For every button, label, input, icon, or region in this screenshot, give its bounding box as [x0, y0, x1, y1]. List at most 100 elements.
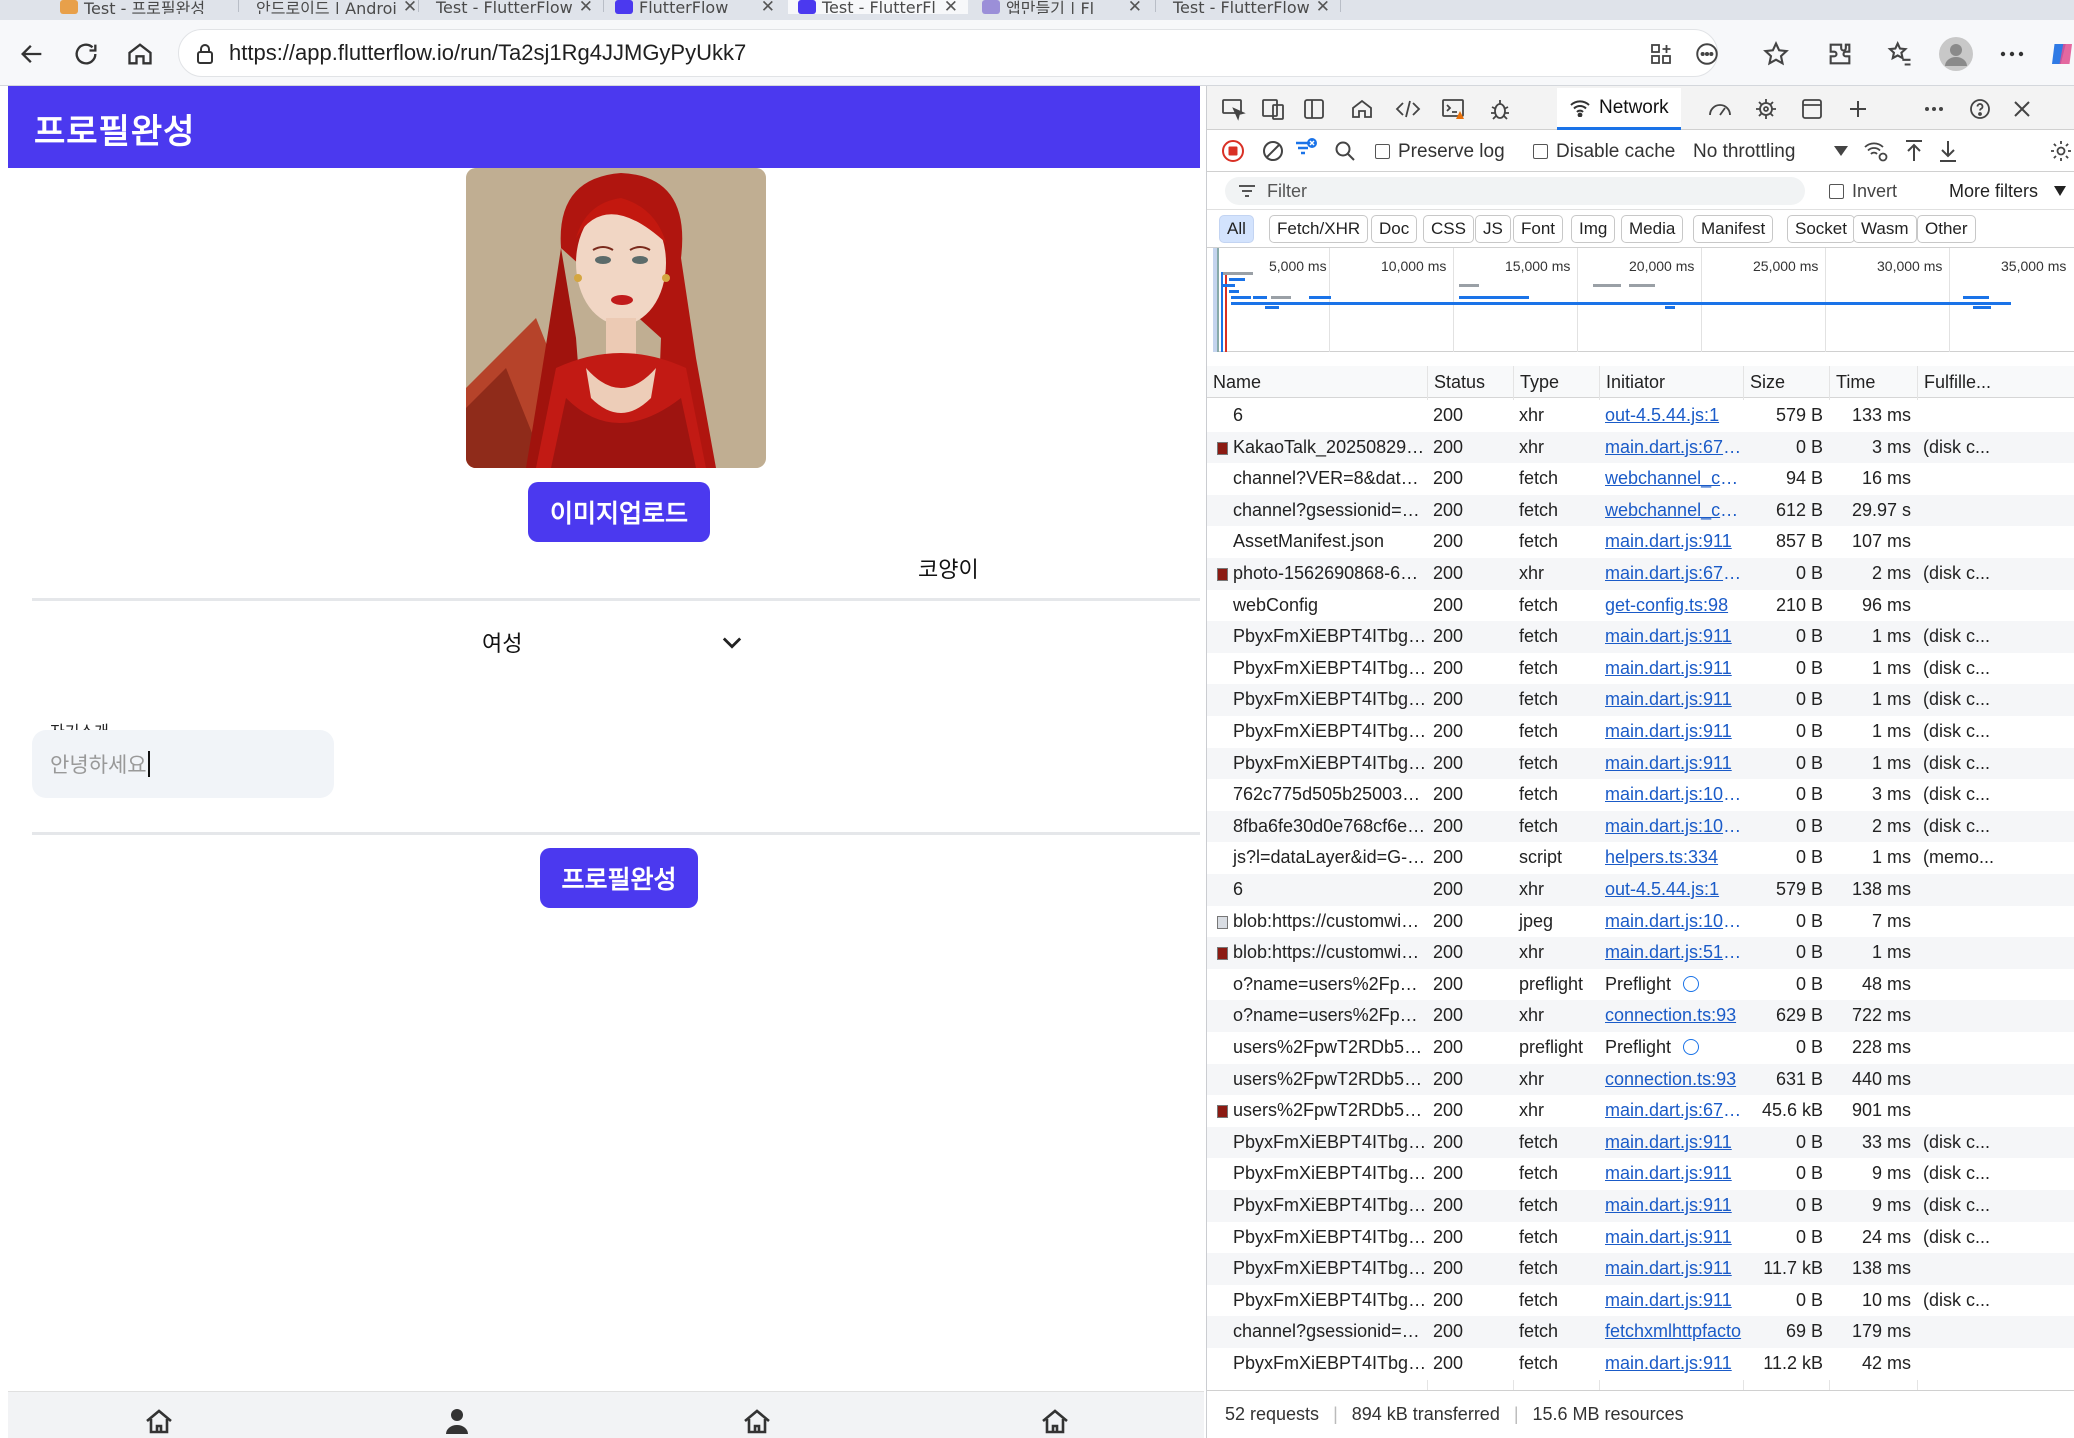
cell-initiator[interactable]: webchannel_conn [1599, 463, 1743, 495]
cell-initiator[interactable]: out-4.5.44.js:1 [1599, 874, 1743, 906]
clear-log-icon[interactable] [1261, 139, 1285, 163]
home-icon[interactable] [120, 34, 160, 74]
help-icon[interactable] [1965, 94, 1995, 124]
cell-initiator[interactable]: main.dart.js:6791 [1599, 1095, 1743, 1127]
browser-tab[interactable]: 안드로이드 | Androi ✕ [240, 0, 415, 14]
type-filter-chip[interactable]: Manifest [1693, 215, 1774, 243]
cell-initiator[interactable]: helpers.ts:334 [1599, 842, 1743, 874]
record-stop-icon[interactable] [1221, 139, 1245, 163]
cell-initiator[interactable]: main.dart.js:911 [1599, 1253, 1743, 1285]
browser-tab[interactable]: Test - 프로필완성 [50, 0, 235, 14]
favorite-star-icon[interactable] [1756, 34, 1796, 74]
read-aloud-icon[interactable] [1691, 38, 1723, 70]
network-request-row[interactable]: PbyxFmXiEBPT4ITbgNA5Cg... 200 fetch main.da… [1207, 1284, 2074, 1317]
network-request-row[interactable]: PbyxFmXiEBPT4ITbgNA5Cg... 200 fetch main.da… [1207, 684, 2074, 716]
network-request-row[interactable]: channel?VER=8&database=... 200 fetch webcha… [1207, 463, 2074, 495]
more-menu-icon[interactable] [1992, 34, 2032, 74]
cell-initiator[interactable]: get-config.ts:98 [1599, 590, 1743, 622]
inspect-element-icon[interactable] [1219, 94, 1249, 124]
cell-initiator[interactable]: main.dart.js:911 [1599, 1348, 1743, 1380]
chevron-down-icon[interactable] [718, 628, 746, 656]
cell-initiator[interactable]: main.dart.js:911 [1599, 1127, 1743, 1159]
cell-initiator[interactable]: main.dart.js:1037 [1599, 779, 1743, 811]
cell-initiator[interactable]: main.dart.js:6791 [1599, 558, 1743, 590]
close-tab-icon[interactable]: ✕ [761, 0, 775, 14]
network-timeline-overview[interactable]: 5,000 ms 10,000 ms 15,000 ms 20,000 ms 2… [1213, 248, 2074, 352]
gender-dropdown-value[interactable]: 여성 [482, 626, 522, 658]
network-request-row[interactable]: users%2FpwT2RDb5QETPI5... 200 preflight Pre… [1207, 1032, 2074, 1064]
preflight-info-icon[interactable] [1683, 975, 1699, 992]
network-conditions-icon[interactable] [1863, 139, 1889, 163]
triangle-down-icon[interactable] [1833, 145, 1849, 157]
intro-input[interactable]: 안녕하세요 [32, 730, 334, 798]
column-header-time[interactable]: Time [1829, 366, 1917, 398]
type-filter-chip[interactable]: Img [1571, 215, 1616, 243]
browser-tab[interactable]: Test - FlutterFlow ✕ [420, 0, 600, 14]
type-filter-chip[interactable]: Font [1513, 215, 1564, 243]
dock-side-icon[interactable] [1299, 94, 1329, 124]
complete-profile-button[interactable]: 프로필완성 [540, 848, 698, 908]
network-request-row[interactable]: PbyxFmXiEBPT4ITbgNA5Cg... 200 fetch main.da… [1207, 1190, 2074, 1222]
close-tab-icon[interactable]: ✕ [579, 0, 593, 14]
close-devtools-icon[interactable] [2007, 94, 2037, 124]
close-tab-icon[interactable]: ✕ [403, 0, 415, 14]
nav-home-icon[interactable] [144, 1408, 174, 1434]
type-filter-chip[interactable]: Other [1917, 215, 1976, 243]
site-info-lock-icon[interactable] [189, 38, 221, 70]
browser-tab[interactable]: Test - FlutterFlow ✕ [1157, 0, 1337, 14]
welcome-home-icon[interactable] [1347, 94, 1377, 124]
cell-initiator[interactable]: webchannel_conn [1599, 495, 1743, 527]
network-request-row[interactable]: PbyxFmXiEBPT4ITbgNA5Cg... 200 fetch main.da… [1207, 1253, 2074, 1285]
network-request-row[interactable]: PbyxFmXiEBPT4ITbgNA5Cg... 200 fetch main.da… [1207, 1126, 2074, 1159]
invert-checkbox[interactable]: Invert [1829, 181, 1897, 202]
network-request-row[interactable]: blob:https://customwidgeth... 200 xhr main.… [1207, 937, 2074, 969]
device-emulation-icon[interactable] [1259, 94, 1289, 124]
network-request-row[interactable]: 762c775d505b2500346fddfc... 200 fetch main.… [1207, 779, 2074, 811]
close-tab-icon[interactable]: ✕ [1128, 0, 1142, 14]
filter-funnel-icon[interactable] [1293, 137, 1319, 163]
browser-tab-active[interactable]: Test - FlutterFl ✕ [788, 0, 968, 14]
type-filter-chip[interactable]: JS [1475, 215, 1511, 243]
type-filter-chip[interactable]: Socket [1787, 215, 1855, 243]
type-filter-chip[interactable]: All [1219, 215, 1254, 243]
cell-initiator[interactable]: main.dart.js:911 [1599, 526, 1743, 558]
search-icon[interactable] [1333, 139, 1357, 163]
nav-profile-icon[interactable] [442, 1408, 472, 1434]
reload-icon[interactable] [66, 34, 106, 74]
export-har-icon[interactable] [1937, 138, 1959, 164]
network-request-row[interactable]: PbyxFmXiEBPT4ITbgNA5Cg... 200 fetch main.da… [1207, 1158, 2074, 1190]
network-request-row[interactable]: 6 200 xhr out-4.5.44.js:1 579 B 133 ms [1207, 400, 2074, 432]
favorites-list-icon[interactable] [1880, 34, 1920, 74]
console-icon[interactable] [1439, 94, 1469, 124]
cell-initiator[interactable]: main.dart.js:911 [1599, 748, 1743, 780]
cell-initiator[interactable]: main.dart.js:911 [1599, 621, 1743, 653]
network-request-row[interactable]: blob:https://customwidgeth... 200 jpeg main… [1207, 905, 2074, 938]
type-filter-chip[interactable]: Media [1621, 215, 1684, 243]
cell-initiator[interactable]: main.dart.js:911 [1599, 1158, 1743, 1190]
performance-icon[interactable] [1705, 94, 1735, 124]
filter-input[interactable]: Filter [1225, 177, 1805, 205]
type-filter-chip[interactable]: Wasm [1853, 215, 1917, 243]
network-request-row[interactable]: AssetManifest.json 200 fetch main.dart.js:9… [1207, 526, 2074, 558]
network-request-row[interactable]: PbyxFmXiEBPT4ITbgNA5Cg... 200 fetch main.da… [1207, 1348, 2074, 1380]
cell-initiator[interactable]: out-4.5.44.js:1 [1599, 400, 1743, 432]
network-request-row[interactable]: KakaoTalk_20250829_005217... 200 xhr main.d… [1207, 431, 2074, 464]
column-header-size[interactable]: Size [1743, 366, 1829, 398]
network-request-row[interactable]: webConfig 200 fetch get-config.ts:98 210 B 96… [1207, 589, 2074, 622]
network-settings-gear-icon[interactable] [2049, 139, 2073, 163]
network-request-row[interactable]: PbyxFmXiEBPT4ITbgNA5Cg... 200 fetch main.da… [1207, 621, 2074, 653]
copilot-icon[interactable] [2042, 34, 2074, 74]
nav-home-icon[interactable] [742, 1408, 772, 1434]
type-filter-chip[interactable]: CSS [1423, 215, 1474, 243]
cell-initiator[interactable]: connection.ts:93 [1599, 1064, 1743, 1096]
network-request-row[interactable]: js?l=dataLayer&id=G-LNMH... 200 script help… [1207, 842, 2074, 874]
nav-home-icon[interactable] [1040, 1408, 1070, 1434]
network-request-row[interactable]: o?name=users%2FpwT2RDb... 200 preflight Pre… [1207, 968, 2074, 1001]
cell-initiator[interactable]: main.dart.js:911 [1599, 684, 1743, 716]
network-request-row[interactable]: 6 200 xhr out-4.5.44.js:1 579 B 138 ms [1207, 874, 2074, 906]
sources-bug-icon[interactable] [1485, 94, 1515, 124]
extensions-icon[interactable] [1820, 34, 1860, 74]
app-available-icon[interactable] [1645, 38, 1677, 70]
network-request-row[interactable]: PbyxFmXiEBPT4ITbgNA5Cg... 200 fetch main.da… [1207, 716, 2074, 748]
cell-initiator[interactable]: fetchxmlhttpfacto [1599, 1316, 1743, 1348]
